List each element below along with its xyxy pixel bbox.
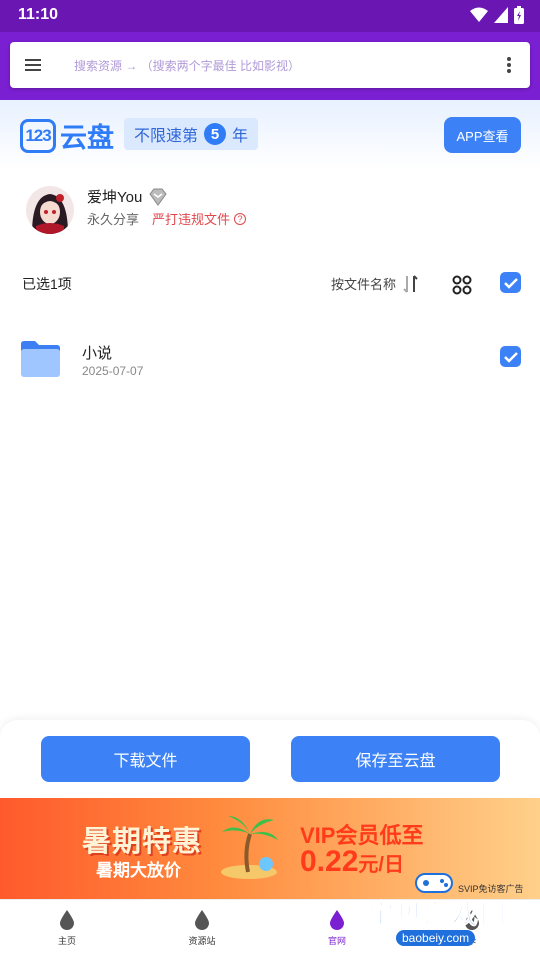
save-to-cloud-button[interactable]: 保存至云盘 (291, 736, 500, 782)
speed-tag-pre: 不限速第 (134, 128, 199, 145)
drop-icon (60, 910, 74, 930)
search-bar[interactable]: 搜索资源 → （搜索两个字最佳 比如影视） (10, 42, 530, 88)
logo-text: 云盘 (60, 123, 114, 153)
speed-tag-number: 5 (204, 123, 227, 145)
menu-icon[interactable] (24, 56, 42, 74)
battery-icon (514, 6, 524, 24)
share-owner: 爱坤You 永久分享 严打违规文件 ? (0, 178, 540, 242)
nav-home[interactable]: 主页 (27, 910, 107, 954)
palm-tree-icon (221, 816, 278, 879)
nav-official-label: 官网 (327, 936, 346, 946)
folder-icon (21, 341, 60, 377)
status-icons (470, 6, 524, 24)
nav-resource-label: 资源站 (188, 936, 216, 946)
nav-home-label: 主页 (57, 936, 76, 946)
drop-icon (330, 910, 344, 930)
status-bar: 11:10 (0, 0, 540, 32)
avatar (26, 186, 74, 234)
wifi-icon (470, 7, 488, 22)
check-icon (503, 351, 518, 363)
watermark: 宝贝游戏网 baobeiy.com (360, 868, 510, 958)
promo-subline: 暑期大放价 (96, 861, 181, 880)
speed-tag-post: 年 (232, 128, 249, 145)
status-time: 11:10 (18, 6, 59, 23)
cloud-logo: 123 云盘 (20, 116, 114, 155)
share-type: 永久分享 (87, 212, 140, 227)
nav-resource-site[interactable]: 资源站 (162, 910, 242, 954)
select-all-checkbox[interactable] (500, 272, 521, 293)
cloud-banner: 123 云盘 不限速第 5 年 APP查看 (0, 100, 540, 170)
owner-name: 爱坤You (87, 186, 168, 207)
grid-view-icon[interactable] (452, 275, 472, 295)
help-icon: ? (234, 212, 247, 225)
file-toolbar: 已选1项 按文件名称 (0, 262, 540, 306)
sort-icon[interactable] (402, 274, 420, 294)
search-input[interactable]: 搜索资源 → （搜索两个字最佳 比如影视） (74, 57, 300, 74)
speed-tag: 不限速第 5 年 (124, 118, 259, 150)
gamepad-icon (415, 873, 453, 893)
watermark-domain: baobeiy.com (396, 930, 476, 946)
file-checkbox[interactable] (500, 346, 521, 367)
promo-headline: 暑期特惠 (82, 826, 203, 858)
promo-price-value: 0.22 (300, 845, 359, 878)
watermark-text: 宝贝游戏网 (367, 899, 509, 930)
drop-icon (195, 910, 209, 930)
app-view-button[interactable]: APP查看 (444, 117, 521, 153)
top-bar: 搜索资源 → （搜索两个字最佳 比如影视） (0, 32, 540, 100)
diamond-icon (149, 188, 167, 206)
file-name: 小说 (82, 345, 113, 362)
action-panel: 下载文件 保存至云盘 (0, 720, 540, 800)
selected-count: 已选1项 (22, 276, 72, 292)
file-date: 2025-07-07 (82, 364, 144, 378)
download-button[interactable]: 下载文件 (41, 736, 250, 782)
sort-button[interactable]: 按文件名称 (331, 274, 396, 293)
file-row[interactable]: 小说 2025-07-07 (0, 330, 540, 390)
report-label: 严打违规文件 (152, 212, 231, 227)
logo-number: 123 (20, 118, 56, 153)
owner-name-text: 爱坤You (87, 189, 143, 206)
check-icon (503, 277, 518, 289)
more-options-icon[interactable] (506, 56, 512, 74)
signal-icon (494, 7, 508, 23)
report-link[interactable]: 严打违规文件 ? (152, 209, 247, 228)
